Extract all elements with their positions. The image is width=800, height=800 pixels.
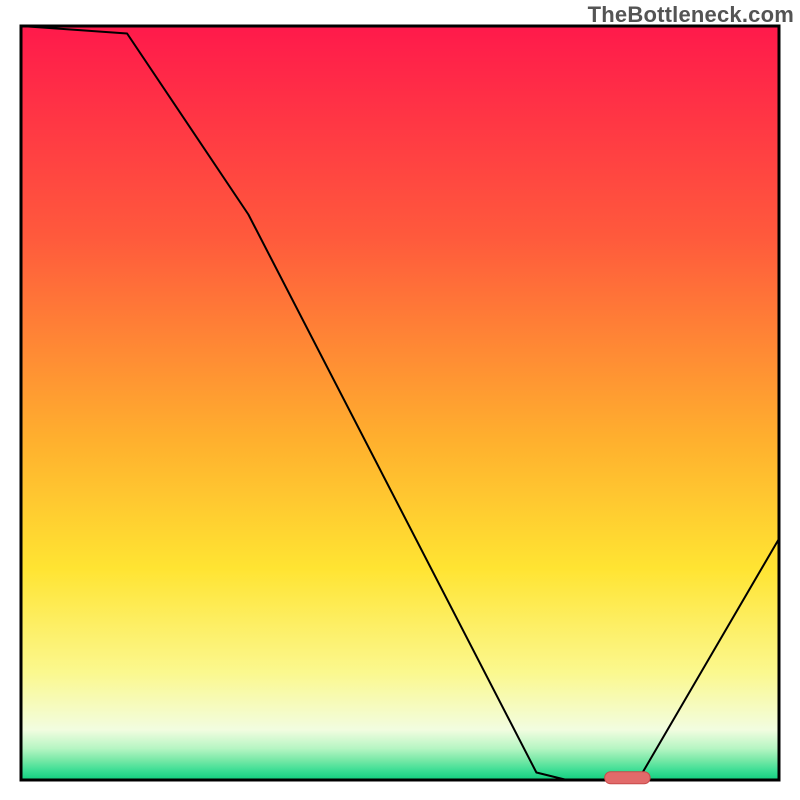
optimal-range-marker xyxy=(605,772,650,784)
bottleneck-chart xyxy=(0,0,800,800)
watermark-text: TheBottleneck.com xyxy=(588,2,794,28)
plot-background xyxy=(23,28,778,779)
chart-container: TheBottleneck.com xyxy=(0,0,800,800)
